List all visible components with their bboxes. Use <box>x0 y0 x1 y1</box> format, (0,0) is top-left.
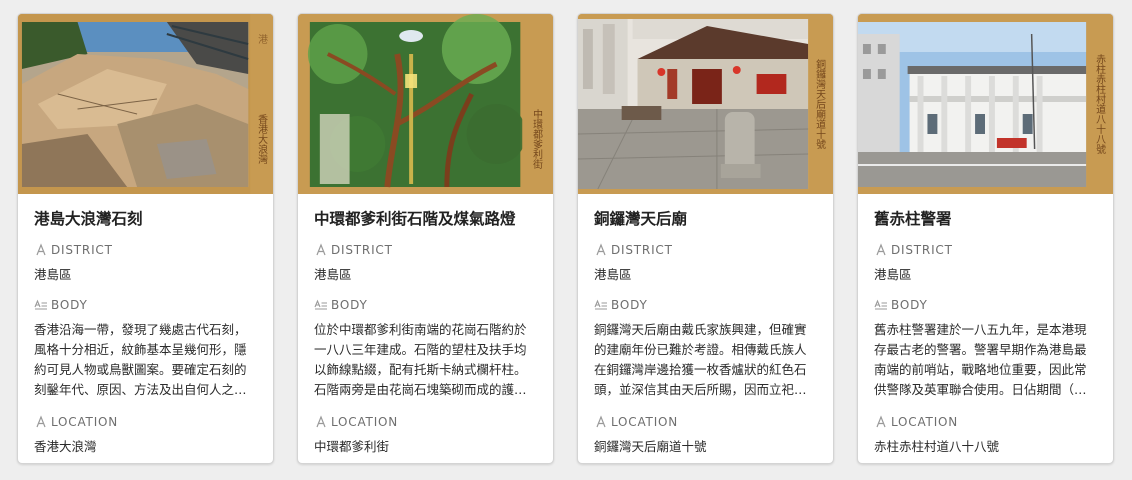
body-property: BODY 銅鑼灣天后廟由戴氏家族興建，但確實的建廟年份已難於考證。相傳戴氏族人在… <box>594 297 817 400</box>
body-value: 銅鑼灣天后廟由戴氏家族興建，但確實的建廟年份已難於考證。相傳戴氏族人在銅鑼灣岸邊… <box>594 322 807 397</box>
location-value: 中環都爹利街 <box>314 439 390 454</box>
district-label: DISTRICT <box>331 243 393 257</box>
district-property: DISTRICT 港島區 <box>874 242 1097 285</box>
location-property: LOCATION 赤柱赤柱村道八十八號 <box>874 414 1097 457</box>
multiline-text-icon <box>594 299 607 310</box>
multiline-text-icon <box>34 299 47 310</box>
svg-text:港: 港 <box>256 34 268 44</box>
district-property: DISTRICT 港島區 <box>314 242 537 285</box>
multiline-text-icon <box>874 299 887 310</box>
location-property: LOCATION 香港大浪灣 <box>34 414 257 457</box>
body-label: BODY <box>331 298 368 312</box>
cover-caption: 香港大浪灣 <box>256 114 268 165</box>
body-value: 香港沿海一帶，發現了幾處古代石刻，風格十分相近，紋飾基本呈幾何形，隱約可見人物或… <box>34 322 247 397</box>
location-property: LOCATION 中環都爹利街 <box>314 414 537 457</box>
card-cover-image: 中環都爹利街 <box>298 14 553 194</box>
card-rock-carving[interactable]: 香港大浪灣 港 港島大浪灣石刻 DISTRICT 港島區 BODY 香港沿海一帶… <box>17 13 274 464</box>
text-a-icon <box>596 243 606 256</box>
cover-caption: 銅鑼灣天后廟道十號 <box>814 58 826 150</box>
card-cover-image: 銅鑼灣天后廟道十號 <box>578 14 833 194</box>
card-cover-image: 香港大浪灣 港 <box>18 14 273 194</box>
body-label: BODY <box>611 298 648 312</box>
body-value: 位於中環都爹利街南端的花崗石階約於一八八三年建成。石階的望柱及扶手均以飾線點綴，… <box>314 322 527 397</box>
multiline-text-icon <box>314 299 327 310</box>
card-title: 舊赤柱警署 <box>874 210 952 228</box>
district-value: 港島區 <box>874 267 912 282</box>
cover-caption: 中環都爹利街 <box>531 108 543 170</box>
body-property: BODY 舊赤柱警署建於一八五九年，是本港現存最古老的警署。警署早期作為港島最南… <box>874 297 1097 400</box>
district-label: DISTRICT <box>51 243 113 257</box>
location-label: LOCATION <box>51 415 119 429</box>
district-label: DISTRICT <box>891 243 953 257</box>
card-title: 港島大浪灣石刻 <box>34 210 143 228</box>
district-label: DISTRICT <box>611 243 673 257</box>
body-value: 舊赤柱警署建於一八五九年，是本港現存最古老的警署。警署早期作為港島最南端的前哨站… <box>874 322 1087 397</box>
gallery: 香港大浪灣 港 港島大浪灣石刻 DISTRICT 港島區 BODY 香港沿海一帶… <box>17 13 1114 464</box>
district-property: DISTRICT 港島區 <box>34 242 257 285</box>
text-a-icon <box>316 415 326 428</box>
district-value: 港島區 <box>314 267 352 282</box>
text-a-icon <box>316 243 326 256</box>
location-value: 香港大浪灣 <box>34 439 97 454</box>
text-a-icon <box>36 243 46 256</box>
location-value: 銅鑼灣天后廟道十號 <box>594 439 707 454</box>
card-title: 中環都爹利街石階及煤氣路燈 <box>314 210 516 228</box>
location-value: 赤柱赤柱村道八十八號 <box>874 439 1000 454</box>
district-value: 港島區 <box>34 267 72 282</box>
location-label: LOCATION <box>331 415 399 429</box>
body-label: BODY <box>51 298 88 312</box>
district-value: 港島區 <box>594 267 632 282</box>
card-old-stanley-police-station[interactable]: 赤柱赤柱村道八十八號 舊赤柱警署 DISTRICT 港島區 BODY 舊赤柱警署… <box>857 13 1114 464</box>
text-a-icon <box>876 243 886 256</box>
body-label: BODY <box>891 298 928 312</box>
body-property: BODY 位於中環都爹利街南端的花崗石階約於一八八三年建成。石階的望柱及扶手均以… <box>314 297 537 400</box>
cover-caption: 赤柱赤柱村道八十八號 <box>1094 54 1106 155</box>
card-cover-image: 赤柱赤柱村道八十八號 <box>858 14 1113 194</box>
text-a-icon <box>876 415 886 428</box>
body-property: BODY 香港沿海一帶，發現了幾處古代石刻，風格十分相近，紋飾基本呈幾何形，隱約… <box>34 297 257 400</box>
card-tin-hau-temple[interactable]: 銅鑼灣天后廟道十號 銅鑼灣天后廟 DISTRICT 港島區 BODY 銅鑼灣天后… <box>577 13 834 464</box>
text-a-icon <box>596 415 606 428</box>
location-label: LOCATION <box>611 415 679 429</box>
card-duddell-street[interactable]: 中環都爹利街 中環都爹利街石階及煤氣路燈 DISTRICT 港島區 BODY 位… <box>297 13 554 464</box>
location-label: LOCATION <box>891 415 959 429</box>
card-title: 銅鑼灣天后廟 <box>594 210 688 228</box>
district-property: DISTRICT 港島區 <box>594 242 817 285</box>
location-property: LOCATION 銅鑼灣天后廟道十號 <box>594 414 817 457</box>
text-a-icon <box>36 415 46 428</box>
